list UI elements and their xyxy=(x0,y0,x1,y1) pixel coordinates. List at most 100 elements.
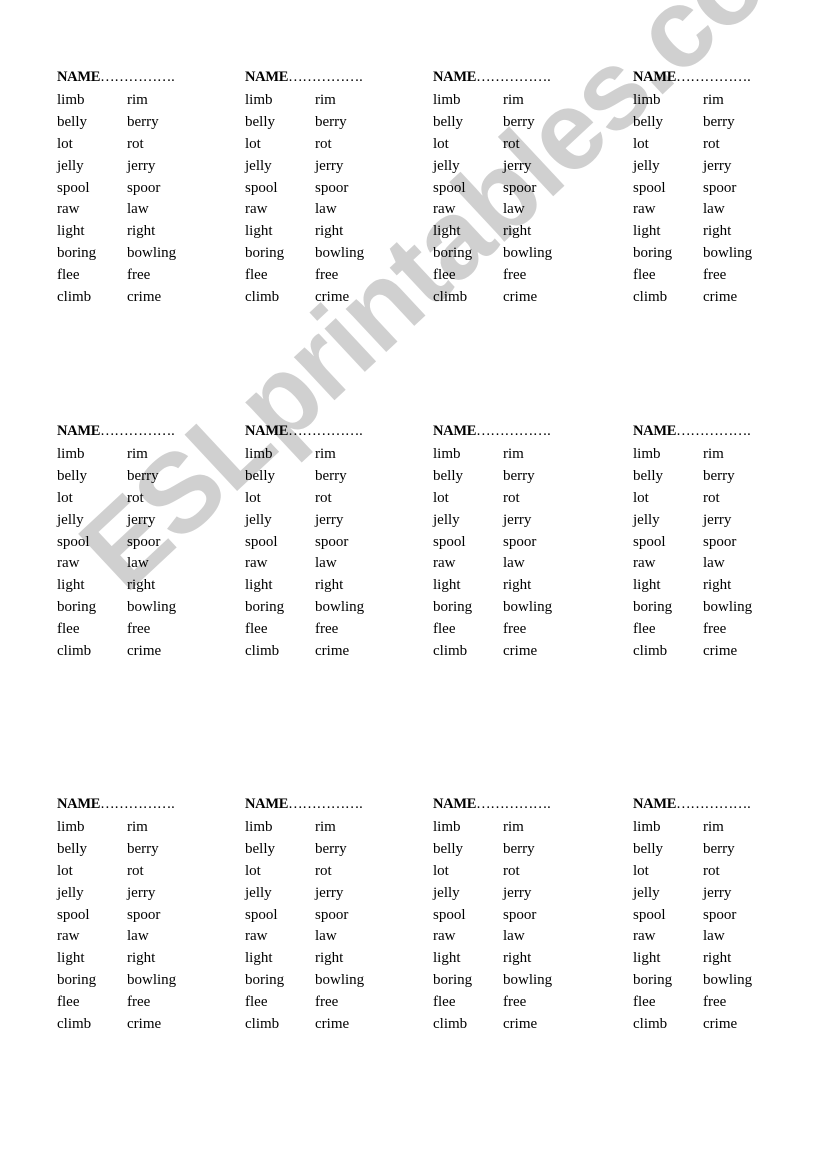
word-pair-row: limb rim xyxy=(633,444,793,466)
word-r: rim xyxy=(315,92,336,108)
word-pair-row: lot rot xyxy=(633,861,793,883)
name-field[interactable]: NAME……………. xyxy=(57,68,217,90)
word-r: right xyxy=(315,577,344,594)
word-pair-row: limb rim xyxy=(57,90,217,112)
word-pair-row: raw law xyxy=(245,926,405,948)
word-r: bowling xyxy=(703,245,753,262)
word-l: jelly xyxy=(433,157,460,174)
word-l: boring xyxy=(245,972,285,989)
name-field[interactable]: NAME……………. xyxy=(245,68,405,90)
word-r: bowling xyxy=(315,972,365,989)
word-l: lot xyxy=(433,135,449,152)
name-blank[interactable]: ……………. xyxy=(100,796,175,812)
word-r: rot xyxy=(503,862,520,879)
word-card: NAME……………. limb rim belly berry lot rot jelly je… xyxy=(433,795,593,1036)
word-r: bowling xyxy=(127,245,177,262)
name-blank[interactable]: ……………. xyxy=(100,423,175,439)
word-l: boring xyxy=(633,972,673,989)
word-r: right xyxy=(703,223,732,240)
name-field[interactable]: NAME……………. xyxy=(245,422,405,444)
word-r: right xyxy=(703,577,732,594)
name-blank[interactable]: ……………. xyxy=(288,69,363,85)
word-r: rot xyxy=(703,862,720,879)
word-r: free xyxy=(315,621,339,638)
word-pair-row: jelly jerry xyxy=(245,156,405,178)
name-blank[interactable]: ……………. xyxy=(100,69,175,85)
name-blank[interactable]: ……………. xyxy=(476,796,551,812)
name-blank[interactable]: ……………. xyxy=(676,423,751,439)
word-pair-row: flee free xyxy=(57,265,217,287)
word-pair-row: limb rim xyxy=(433,444,593,466)
word-r: right xyxy=(503,577,532,594)
name-blank[interactable]: ……………. xyxy=(288,796,363,812)
word-pair-row: belly berry xyxy=(433,839,593,861)
word-r: rot xyxy=(703,489,720,506)
word-r: right xyxy=(703,950,732,967)
word-pair-row: climb crime xyxy=(245,641,405,663)
word-pair-row: light right xyxy=(433,575,593,597)
word-l: boring xyxy=(633,245,673,262)
word-card: NAME……………. limb rim belly berry lot rot jelly je… xyxy=(245,422,405,663)
name-label: NAME xyxy=(633,796,677,812)
word-r: jerry xyxy=(315,511,344,528)
word-l: boring xyxy=(633,599,673,616)
word-l: limb xyxy=(245,819,273,835)
word-l: limb xyxy=(433,819,461,835)
name-field[interactable]: NAME……………. xyxy=(633,795,793,817)
word-pair-row: jelly jerry xyxy=(433,156,593,178)
word-pair-row: limb rim xyxy=(633,817,793,839)
word-r: law xyxy=(127,928,149,945)
name-blank[interactable]: ……………. xyxy=(476,423,551,439)
name-field[interactable]: NAME……………. xyxy=(433,422,593,444)
word-r: right xyxy=(503,950,532,967)
word-pair-row: lot rot xyxy=(57,861,217,883)
word-r: berry xyxy=(703,467,735,484)
word-pair-row: belly berry xyxy=(245,112,405,134)
word-r: bowling xyxy=(315,599,365,616)
word-l: lot xyxy=(633,135,649,152)
name-blank[interactable]: ……………. xyxy=(288,423,363,439)
word-r: berry xyxy=(315,840,347,857)
word-r: free xyxy=(703,621,727,638)
name-field[interactable]: NAME……………. xyxy=(633,68,793,90)
word-l: lot xyxy=(57,489,73,506)
word-l: jelly xyxy=(433,511,460,528)
word-pair-row: raw law xyxy=(57,553,217,575)
word-pair-row: belly berry xyxy=(245,839,405,861)
word-pair-row: boring bowling xyxy=(57,597,217,619)
word-r: bowling xyxy=(127,972,177,989)
word-r: bowling xyxy=(703,599,753,616)
word-pair-row: belly berry xyxy=(57,839,217,861)
word-r: crime xyxy=(703,643,738,660)
name-blank[interactable]: ……………. xyxy=(676,69,751,85)
word-l: belly xyxy=(633,840,663,857)
word-r: free xyxy=(503,994,527,1011)
name-field[interactable]: NAME……………. xyxy=(433,795,593,817)
word-pair-row: flee free xyxy=(245,619,405,641)
word-pair-row: light right xyxy=(633,221,793,243)
word-l: limb xyxy=(245,446,273,462)
word-pair-row: spool spoor xyxy=(245,532,405,554)
word-r: law xyxy=(703,201,725,218)
name-field[interactable]: NAME……………. xyxy=(245,795,405,817)
word-pair-row: belly berry xyxy=(633,839,793,861)
word-r: rim xyxy=(315,446,336,462)
word-l: jelly xyxy=(57,157,84,174)
word-r: bowling xyxy=(703,972,753,989)
word-pair-row: light right xyxy=(633,575,793,597)
name-blank[interactable]: ……………. xyxy=(676,796,751,812)
word-l: lot xyxy=(633,489,649,506)
word-pair-row: spool spoor xyxy=(433,532,593,554)
name-field[interactable]: NAME……………. xyxy=(433,68,593,90)
name-blank[interactable]: ……………. xyxy=(476,69,551,85)
word-l: belly xyxy=(245,467,275,484)
word-pair-row: belly berry xyxy=(633,112,793,134)
word-l: climb xyxy=(433,643,468,660)
name-field[interactable]: NAME……………. xyxy=(57,795,217,817)
word-pair-row: lot rot xyxy=(245,488,405,510)
word-pair-row: boring bowling xyxy=(57,970,217,992)
name-field[interactable]: NAME……………. xyxy=(57,422,217,444)
word-r: jerry xyxy=(703,157,732,174)
word-r: spoor xyxy=(315,906,349,923)
name-field[interactable]: NAME……………. xyxy=(633,422,793,444)
